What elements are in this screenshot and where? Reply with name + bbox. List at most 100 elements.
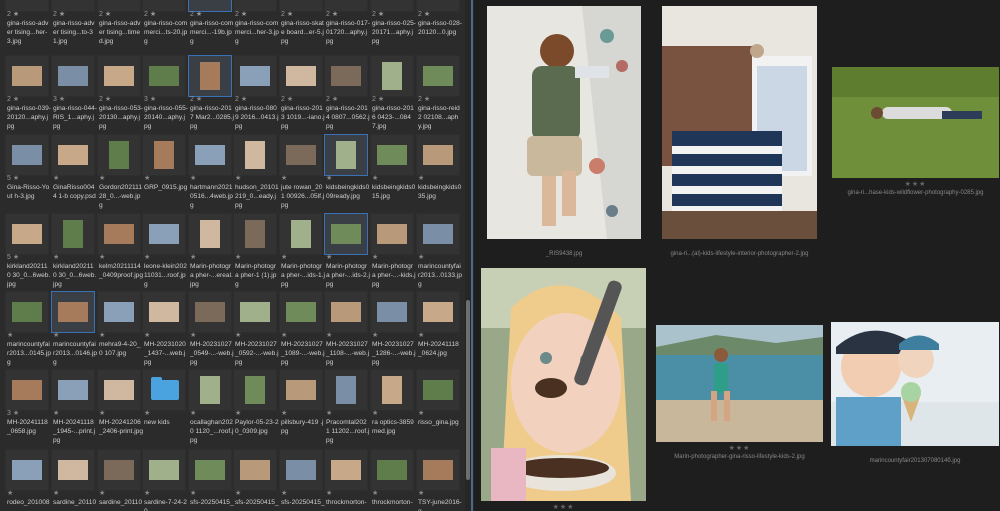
thumbnail-frame[interactable]: [324, 213, 368, 255]
thumbnail-frame[interactable]: [5, 213, 49, 255]
thumbnail-rating[interactable]: 2 ★: [418, 95, 430, 103]
thumbnail-rating[interactable]: 5 ★: [7, 174, 19, 182]
thumbnail-frame[interactable]: [324, 134, 368, 176]
thumbnail-rating[interactable]: ★: [7, 489, 13, 497]
thumbnail-frame[interactable]: [370, 291, 414, 333]
thumbnail-rating[interactable]: ★: [281, 409, 287, 417]
photo-icecream-girl[interactable]: ★★★: [481, 268, 646, 511]
thumbnail-frame[interactable]: [188, 291, 232, 333]
thumbnail-rating[interactable]: ★: [144, 174, 150, 182]
thumbnail-frame[interactable]: [233, 213, 277, 255]
thumbnail-rating[interactable]: ★: [190, 253, 196, 261]
thumbnail-frame[interactable]: [370, 213, 414, 255]
thumbnail-rating[interactable]: ★: [235, 174, 241, 182]
thumbnail-rating[interactable]: ★: [190, 174, 196, 182]
thumbnail-frame[interactable]: [51, 449, 95, 491]
thumbnail-rating[interactable]: ★: [235, 253, 241, 261]
thumbnail-rating[interactable]: ★: [418, 253, 424, 261]
thumbnail-rating[interactable]: ★: [372, 174, 378, 182]
thumbnail-rating[interactable]: 2 ★: [99, 10, 111, 18]
thumbnail-frame[interactable]: [233, 369, 277, 411]
thumbnail-frame[interactable]: [51, 213, 95, 255]
thumbnail-rating[interactable]: 2 ★: [235, 95, 247, 103]
thumbnail-rating[interactable]: ★: [235, 331, 241, 339]
thumbnail-rating[interactable]: 2 ★: [7, 95, 19, 103]
icecream-girl-rating[interactable]: ★★★: [481, 503, 646, 511]
thumbnail-frame[interactable]: [188, 213, 232, 255]
thumbnail-rating[interactable]: ★: [418, 174, 424, 182]
thumbnail-frame[interactable]: [188, 449, 232, 491]
thumbnail-frame[interactable]: [188, 55, 232, 97]
thumbnail-frame[interactable]: [97, 134, 141, 176]
thumbnail-frame[interactable]: [233, 449, 277, 491]
thumbnail-rating[interactable]: 2 ★: [190, 95, 202, 103]
thumbnail-frame[interactable]: [324, 55, 368, 97]
thumbnail-rating[interactable]: ★: [418, 489, 424, 497]
thumbnail-frame[interactable]: [5, 291, 49, 333]
thumbnail-rating[interactable]: 2 ★: [418, 10, 430, 18]
thumbnail-frame[interactable]: [279, 134, 323, 176]
thumbnail-frame[interactable]: [51, 134, 95, 176]
thumbnail-rating[interactable]: ★: [326, 253, 332, 261]
thumbnail-rating[interactable]: ★: [372, 489, 378, 497]
thumbnail-rating[interactable]: ★: [53, 174, 59, 182]
thumbnail-rating[interactable]: ★: [99, 489, 105, 497]
thumbnail-frame[interactable]: [5, 369, 49, 411]
thumbnail-rating[interactable]: 2 ★: [372, 95, 384, 103]
thumbnail-frame[interactable]: [279, 213, 323, 255]
thumbnail-rating[interactable]: ★: [144, 489, 150, 497]
thumbnail-rating[interactable]: 2 ★: [53, 10, 65, 18]
thumbnail-frame[interactable]: [416, 369, 460, 411]
thumbnail-frame[interactable]: [324, 449, 368, 491]
thumbnail-rating[interactable]: ★: [190, 409, 196, 417]
thumbnail-frame[interactable]: [51, 55, 95, 97]
thumbnail-rating[interactable]: ★: [53, 409, 59, 417]
thumbnail-frame[interactable]: [416, 55, 460, 97]
thumbnail-rating[interactable]: 3 ★: [7, 409, 19, 417]
thumbnail-frame[interactable]: [97, 291, 141, 333]
thumbnail-frame[interactable]: [97, 213, 141, 255]
thumbnail-frame[interactable]: [233, 55, 277, 97]
thumbnail-rating[interactable]: ★: [144, 253, 150, 261]
thumbnail-rating[interactable]: ★: [144, 331, 150, 339]
thumbnail-rating[interactable]: ★: [326, 174, 332, 182]
thumbnail-rating[interactable]: ★: [281, 253, 287, 261]
thumbnail-frame[interactable]: [324, 369, 368, 411]
thumbnail-frame[interactable]: [142, 449, 186, 491]
thumbnail-rating[interactable]: ★: [235, 409, 241, 417]
scrollbar-thumb[interactable]: [466, 300, 470, 480]
thumbnail-rating[interactable]: ★: [190, 489, 196, 497]
thumbnail-rating[interactable]: 2 ★: [326, 10, 338, 18]
thumbnail-rating[interactable]: ★: [418, 409, 424, 417]
thumbnail-rating[interactable]: ★: [372, 331, 378, 339]
thumbnail-frame[interactable]: [233, 291, 277, 333]
thumbnail-rating[interactable]: ★: [326, 331, 332, 339]
thumbnail-frame[interactable]: [279, 55, 323, 97]
thumbnail-rating[interactable]: 3 ★: [144, 95, 156, 103]
thumbnail-rating[interactable]: ★: [99, 409, 105, 417]
thumbnail-frame[interactable]: [5, 134, 49, 176]
thumbnail-frame[interactable]: [279, 449, 323, 491]
thumbnail-frame[interactable]: [142, 291, 186, 333]
thumbnail-frame[interactable]: [188, 134, 232, 176]
thumbnail-frame[interactable]: [142, 369, 186, 411]
thumbnail-frame[interactable]: [416, 291, 460, 333]
thumbnail-rating[interactable]: 2 ★: [281, 10, 293, 18]
thumbnail-rating[interactable]: ★: [326, 409, 332, 417]
thumbnail-rating[interactable]: 2 ★: [7, 10, 19, 18]
photo-boys-icecream[interactable]: marincountyfair20130708014б.jpg: [831, 322, 999, 464]
thumbnail-frame[interactable]: [142, 213, 186, 255]
beach-rating[interactable]: ★★★: [656, 444, 823, 452]
thumbnail-frame[interactable]: [416, 213, 460, 255]
thumbnail-frame[interactable]: [142, 134, 186, 176]
thumbnail-frame[interactable]: [370, 369, 414, 411]
thumbnail-frame[interactable]: [97, 369, 141, 411]
thumbnail-rating[interactable]: 2 ★: [235, 10, 247, 18]
thumbnail-frame[interactable]: [5, 449, 49, 491]
thumbnail-rating[interactable]: 2 ★: [190, 10, 202, 18]
photo-field[interactable]: ★★★ gina-ri...hase-kids-wildflower-photo…: [832, 67, 999, 196]
thumbnail-rating[interactable]: ★: [144, 409, 150, 417]
thumbnail-frame[interactable]: [416, 134, 460, 176]
thumbnail-frame[interactable]: [279, 291, 323, 333]
thumbnail-rating[interactable]: 2 ★: [99, 95, 111, 103]
